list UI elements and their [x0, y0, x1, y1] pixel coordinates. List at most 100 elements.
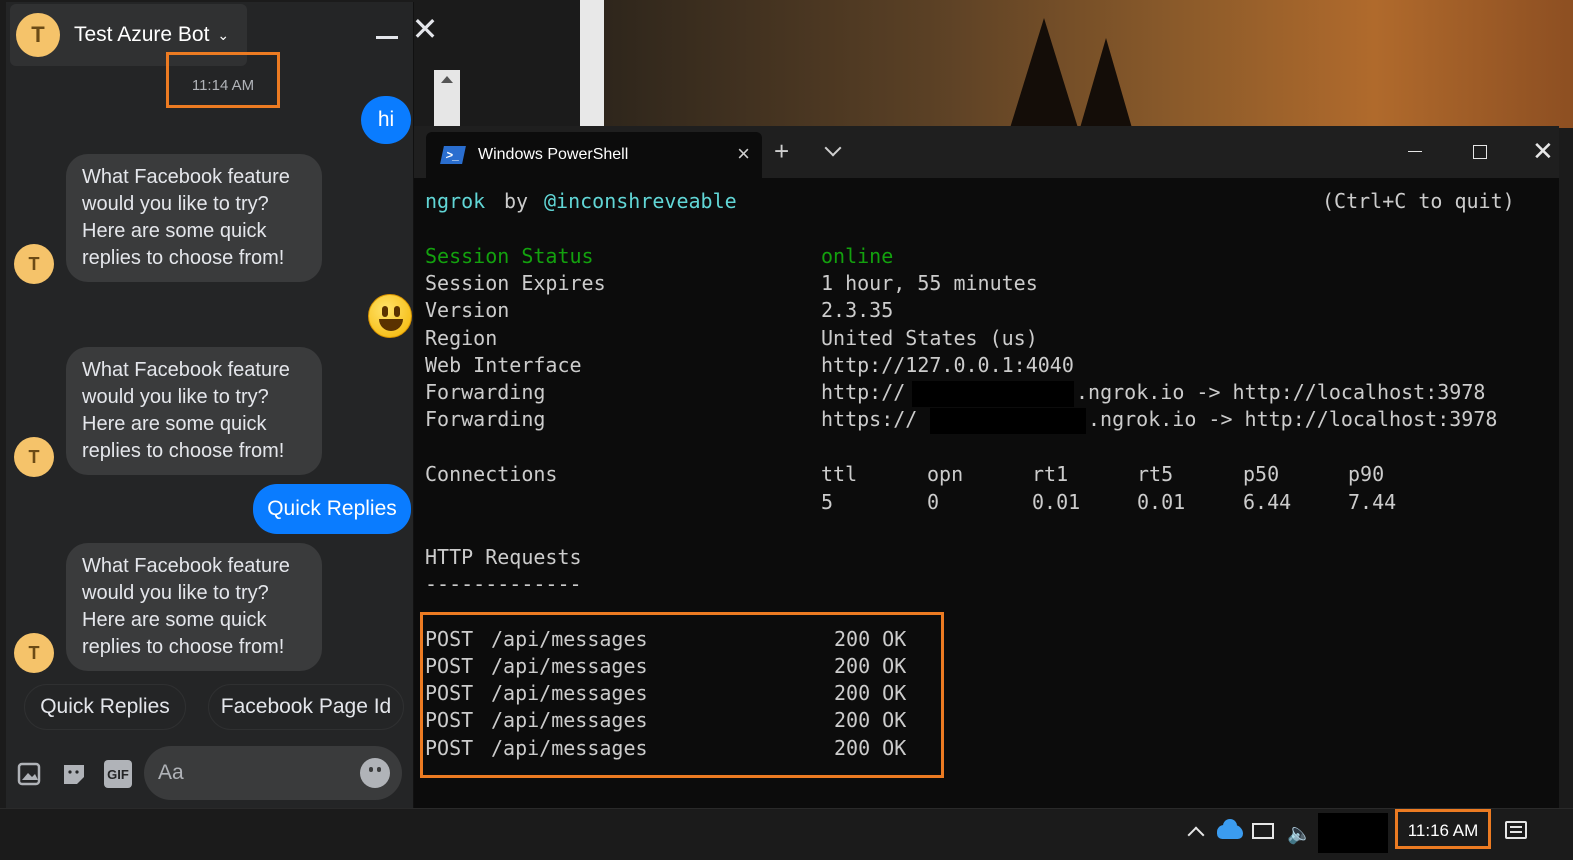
messenger-chat-window: T Test Azure Bot ⌄ 11:14 AM hi What Face…: [6, 2, 414, 808]
show-hidden-icons-icon[interactable]: [1187, 826, 1205, 844]
connections-value: 7.44: [1348, 490, 1397, 514]
close-icon[interactable]: ✕: [1532, 138, 1554, 164]
terminal-titlebar: >_ Windows PowerShell × + ✕: [414, 126, 1559, 178]
emoji-eye: [394, 306, 400, 317]
image-icon[interactable]: [16, 760, 44, 788]
bot-avatar: T: [14, 244, 54, 284]
forwarding-label: Forwarding: [425, 380, 546, 404]
smiley-emoji-message: [368, 294, 412, 338]
close-chat-icon[interactable]: ✕: [410, 13, 440, 45]
request-path: /api/messages: [491, 627, 648, 651]
outgoing-message: Quick Replies: [253, 484, 411, 534]
info-label: Session Expires: [425, 271, 606, 295]
clock-highlight[interactable]: 11:16 AM: [1395, 809, 1491, 849]
bot-avatar: T: [14, 437, 54, 477]
outgoing-message: hi: [361, 96, 411, 144]
connections-value: 0: [927, 490, 940, 514]
onedrive-icon[interactable]: [1217, 819, 1243, 839]
background-window-edge: [580, 0, 604, 128]
tab-windows-powershell[interactable]: >_ Windows PowerShell ×: [426, 132, 762, 178]
quick-reply-chip[interactable]: Quick Replies: [24, 684, 186, 730]
minimize-icon[interactable]: [376, 36, 398, 39]
connections-header: p50: [1243, 462, 1280, 486]
taskbar-clock: 11:16 AM: [1407, 821, 1479, 840]
info-value: 2.3.35: [821, 298, 894, 322]
chat-scrollbar[interactable]: [434, 70, 460, 126]
bot-avatar: T: [16, 13, 60, 57]
emoji-mouth: [379, 319, 403, 331]
powershell-icon: >_: [440, 146, 466, 164]
info-label: Version: [425, 298, 510, 322]
sticker-icon[interactable]: [60, 760, 88, 788]
request-path: /api/messages: [491, 654, 648, 678]
chat-title: Test Azure Bot: [74, 23, 210, 46]
connections-label: Connections: [425, 462, 558, 486]
ngrok-by: by: [504, 189, 529, 213]
info-label: Web Interface: [425, 353, 582, 377]
forwarding-prefix: http://: [821, 380, 906, 404]
session-status-value: online: [821, 244, 894, 268]
timestamp-highlight: 11:14 AM: [166, 52, 280, 108]
connections-header: opn: [927, 462, 964, 486]
emoji-icon[interactable]: [360, 758, 390, 788]
request-method: POST: [425, 736, 474, 760]
forwarding-label: Forwarding: [425, 407, 546, 431]
connections-header: rt1: [1032, 462, 1069, 486]
incoming-message: What Facebook feature would you like to …: [66, 347, 322, 475]
connections-header: p90: [1348, 462, 1385, 486]
connections-value: 0.01: [1137, 490, 1186, 514]
scroll-up-arrow-icon[interactable]: [441, 76, 453, 83]
emoji-eye: [382, 306, 388, 317]
tab-close-icon[interactable]: ×: [737, 143, 750, 165]
request-path: /api/messages: [491, 708, 648, 732]
new-tab-icon[interactable]: +: [774, 138, 789, 164]
request-method: POST: [425, 708, 474, 732]
incoming-message: What Facebook feature would you like to …: [66, 154, 322, 282]
desktop-wallpaper: [580, 0, 1573, 128]
http-requests-title: HTTP Requests: [425, 545, 582, 569]
request-status: 200 OK: [834, 627, 907, 651]
forwarding-prefix: https://: [821, 407, 918, 431]
quick-reply-chip[interactable]: Facebook Page Id: [208, 684, 404, 730]
request-status: 200 OK: [834, 708, 907, 732]
session-status-label: Session Status: [425, 244, 594, 268]
request-status: 200 OK: [834, 736, 907, 760]
request-method: POST: [425, 627, 474, 651]
maximize-icon[interactable]: [1473, 145, 1487, 159]
request-method: POST: [425, 654, 474, 678]
notifications-icon[interactable]: [1505, 821, 1527, 839]
redacted-subdomain: [930, 408, 1086, 434]
request-path: /api/messages: [491, 736, 648, 760]
tree-silhouette: [1080, 38, 1132, 128]
connections-value: 0.01: [1032, 490, 1081, 514]
connections-value: 6.44: [1243, 490, 1292, 514]
request-path: /api/messages: [491, 681, 648, 705]
http-requests-rule: -------------: [425, 572, 582, 596]
info-value: United States (us): [821, 326, 1038, 350]
gif-icon[interactable]: GIF: [104, 760, 132, 788]
volume-icon[interactable]: 🔈: [1287, 821, 1312, 846]
message-composer: GIF: [6, 740, 413, 808]
tab-title: Windows PowerShell: [478, 146, 629, 163]
connections-header: ttl: [821, 462, 858, 486]
chevron-down-icon: ⌄: [217, 26, 230, 43]
forwarding-target: .ngrok.io -> http://localhost:3978: [1076, 380, 1486, 404]
ngrok-author: @inconshreveable: [544, 189, 737, 213]
request-method: POST: [425, 681, 474, 705]
incoming-message: What Facebook feature would you like to …: [66, 543, 322, 671]
info-value: 1 hour, 55 minutes: [821, 271, 1038, 295]
quit-hint: (Ctrl+C to quit): [1322, 189, 1515, 213]
chevron-down-icon[interactable]: [824, 140, 844, 160]
request-status: 200 OK: [834, 654, 907, 678]
minimize-icon[interactable]: [1408, 151, 1422, 152]
taskbar: 🔈 11:16 AM: [0, 808, 1573, 860]
forwarding-target: .ngrok.io -> http://localhost:3978: [1088, 407, 1498, 431]
tree-silhouette: [1010, 18, 1078, 128]
redacted-subdomain: [912, 381, 1074, 407]
connections-header: rt5: [1137, 462, 1174, 486]
chat-timestamp: 11:14 AM: [191, 77, 255, 94]
ngrok-name: ngrok: [425, 189, 486, 213]
bot-avatar: T: [14, 633, 54, 673]
network-icon[interactable]: [1252, 823, 1274, 839]
info-label: Region: [425, 326, 498, 350]
